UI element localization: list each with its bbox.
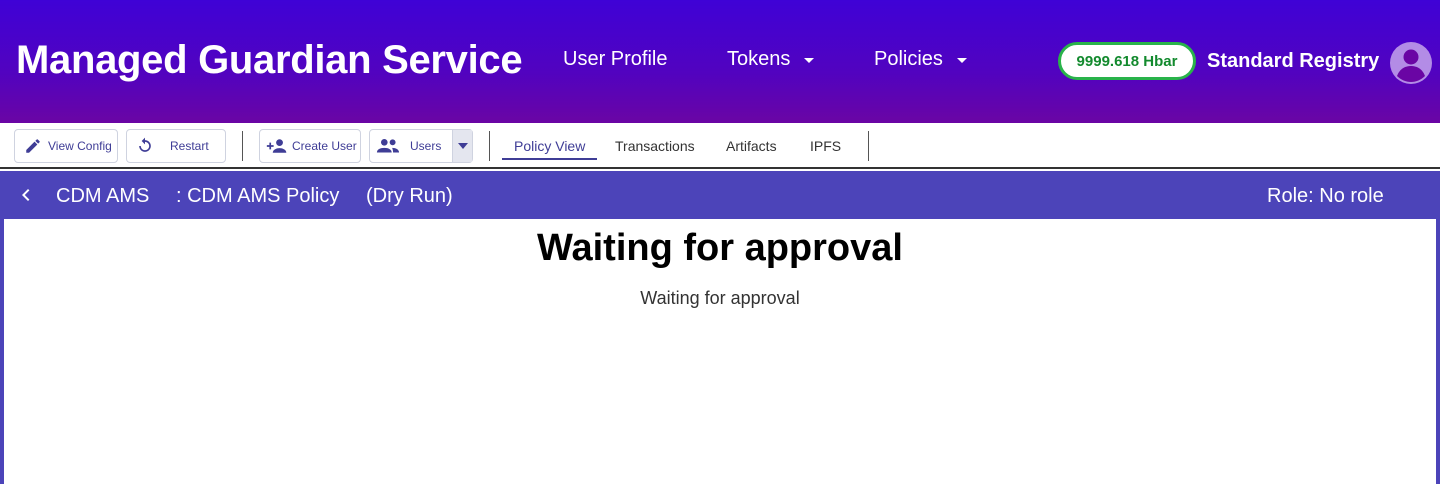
users-dropdown-toggle[interactable]	[452, 130, 472, 162]
restart-button[interactable]: Restart	[126, 129, 226, 163]
tab-artifacts[interactable]: Artifacts	[726, 138, 777, 154]
app-title: Managed Guardian Service	[16, 38, 523, 82]
account-role-label: Standard Registry	[1207, 50, 1380, 72]
view-config-button[interactable]: View Config	[14, 129, 118, 163]
policy-subtitle: : CDM AMS Policy	[176, 185, 340, 207]
tab-transactions[interactable]: Transactions	[615, 138, 695, 154]
person-add-icon	[266, 139, 287, 153]
restart-icon	[139, 137, 151, 152]
toolbar-divider	[489, 131, 490, 161]
nav-policies-label: Policies	[874, 48, 943, 70]
status-message: Waiting for approval	[640, 288, 800, 308]
pencil-icon	[26, 139, 40, 153]
account-circle-icon[interactable]	[1390, 42, 1432, 84]
caret-down-icon	[804, 58, 815, 63]
caret-down-icon	[956, 58, 967, 63]
tab-ipfs[interactable]: IPFS	[810, 138, 841, 154]
toolbar-divider	[868, 131, 869, 161]
create-user-label: Create User	[292, 139, 357, 153]
tab-policy-view[interactable]: Policy View	[514, 138, 585, 154]
nav-tokens[interactable]: Tokens	[727, 48, 815, 71]
nav-user-profile-label: User Profile	[563, 48, 668, 70]
create-user-button[interactable]: Create User	[259, 129, 361, 163]
policy-toolbar: View Config Restart Create User Users Po…	[0, 123, 1440, 169]
caret-down-icon	[457, 143, 468, 149]
policy-content: Waiting for approval Waiting for approva…	[0, 219, 1440, 484]
policy-mode: (Dry Run)	[366, 185, 453, 207]
users-dropdown[interactable]: Users	[369, 129, 473, 163]
app-header: Managed Guardian Service User Profile To…	[0, 0, 1440, 123]
users-label: Users	[410, 139, 442, 153]
restart-label: Restart	[170, 139, 209, 153]
active-tab-indicator	[502, 158, 597, 160]
user-role: Role: No role	[1267, 185, 1384, 207]
nav-tokens-label: Tokens	[727, 48, 791, 70]
chevron-left-icon[interactable]	[14, 183, 38, 207]
policy-name: CDM AMS	[56, 185, 150, 207]
hbar-balance-badge: 9999.618 Hbar	[1058, 42, 1196, 80]
nav-policies[interactable]: Policies	[874, 48, 967, 71]
nav-user-profile[interactable]: User Profile	[563, 48, 667, 71]
policy-info-bar: CDM AMS : CDM AMS Policy (Dry Run) Role:…	[0, 171, 1440, 219]
people-icon	[376, 138, 400, 153]
view-config-label: View Config	[48, 139, 112, 153]
page-title: Waiting for approval	[537, 227, 903, 269]
toolbar-divider	[242, 131, 243, 161]
